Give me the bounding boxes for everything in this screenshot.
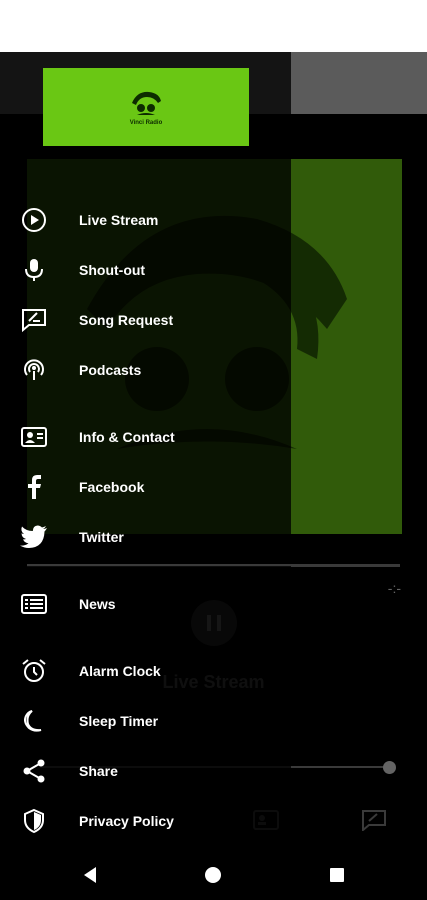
menu-item-label: Sleep Timer: [79, 713, 159, 729]
drawer-divider: [27, 564, 291, 566]
menu-item-sleep-timer[interactable]: Sleep Timer: [0, 699, 291, 743]
menu-item-share[interactable]: Share: [0, 749, 291, 793]
menu-item-info-contact[interactable]: Info & Contact: [0, 415, 291, 459]
contact-card-icon: [20, 423, 48, 451]
menu-item-label: Twitter: [79, 529, 124, 545]
menu-item-twitter[interactable]: Twitter: [0, 515, 291, 559]
recents-icon[interactable]: [326, 864, 348, 886]
menu-item-song-request[interactable]: Song Request: [0, 298, 291, 342]
logo-icon: [132, 91, 161, 115]
facebook-icon: [20, 473, 48, 501]
system-navigation-bar: [0, 850, 427, 900]
menu-item-news[interactable]: News: [0, 582, 291, 626]
menu-item-label: Share: [79, 763, 118, 779]
menu-item-label: Alarm Clock: [79, 663, 161, 679]
menu-item-privacy-policy[interactable]: Privacy Policy: [0, 799, 291, 843]
menu-item-facebook[interactable]: Facebook: [0, 465, 291, 509]
share-icon: [20, 757, 48, 785]
menu-item-label: Song Request: [79, 312, 174, 328]
back-icon[interactable]: [79, 864, 101, 886]
home-icon[interactable]: [202, 864, 224, 886]
menu-item-label: News: [79, 596, 116, 612]
menu-item-label: Podcasts: [79, 362, 142, 378]
play-circle-icon: [20, 206, 48, 234]
navigation-drawer: Vinci Radio Live Stream Shout-out Song R…: [0, 52, 291, 850]
request-icon: [20, 306, 48, 334]
news-icon: [20, 590, 48, 618]
microphone-icon: [20, 256, 48, 284]
menu-item-label: Facebook: [79, 479, 145, 495]
menu-item-label: Privacy Policy: [79, 813, 174, 829]
menu-item-label: Info & Contact: [79, 429, 175, 445]
menu-item-shout-out[interactable]: Shout-out: [0, 248, 291, 292]
alarm-clock-icon: [20, 657, 48, 685]
station-logo: Vinci Radio: [43, 68, 249, 146]
twitter-icon: [20, 523, 48, 551]
podcast-icon: [20, 356, 48, 384]
menu-item-label: Live Stream: [79, 212, 159, 228]
menu-item-label: Shout-out: [79, 262, 146, 278]
status-bar: [0, 0, 427, 52]
shield-icon: [20, 807, 48, 835]
logo-text: Vinci Radio: [129, 119, 163, 126]
menu-item-podcasts[interactable]: Podcasts: [0, 348, 291, 392]
moon-icon: [20, 707, 48, 735]
menu-item-alarm-clock[interactable]: Alarm Clock: [0, 649, 291, 693]
menu-item-live-stream[interactable]: Live Stream: [0, 198, 291, 242]
